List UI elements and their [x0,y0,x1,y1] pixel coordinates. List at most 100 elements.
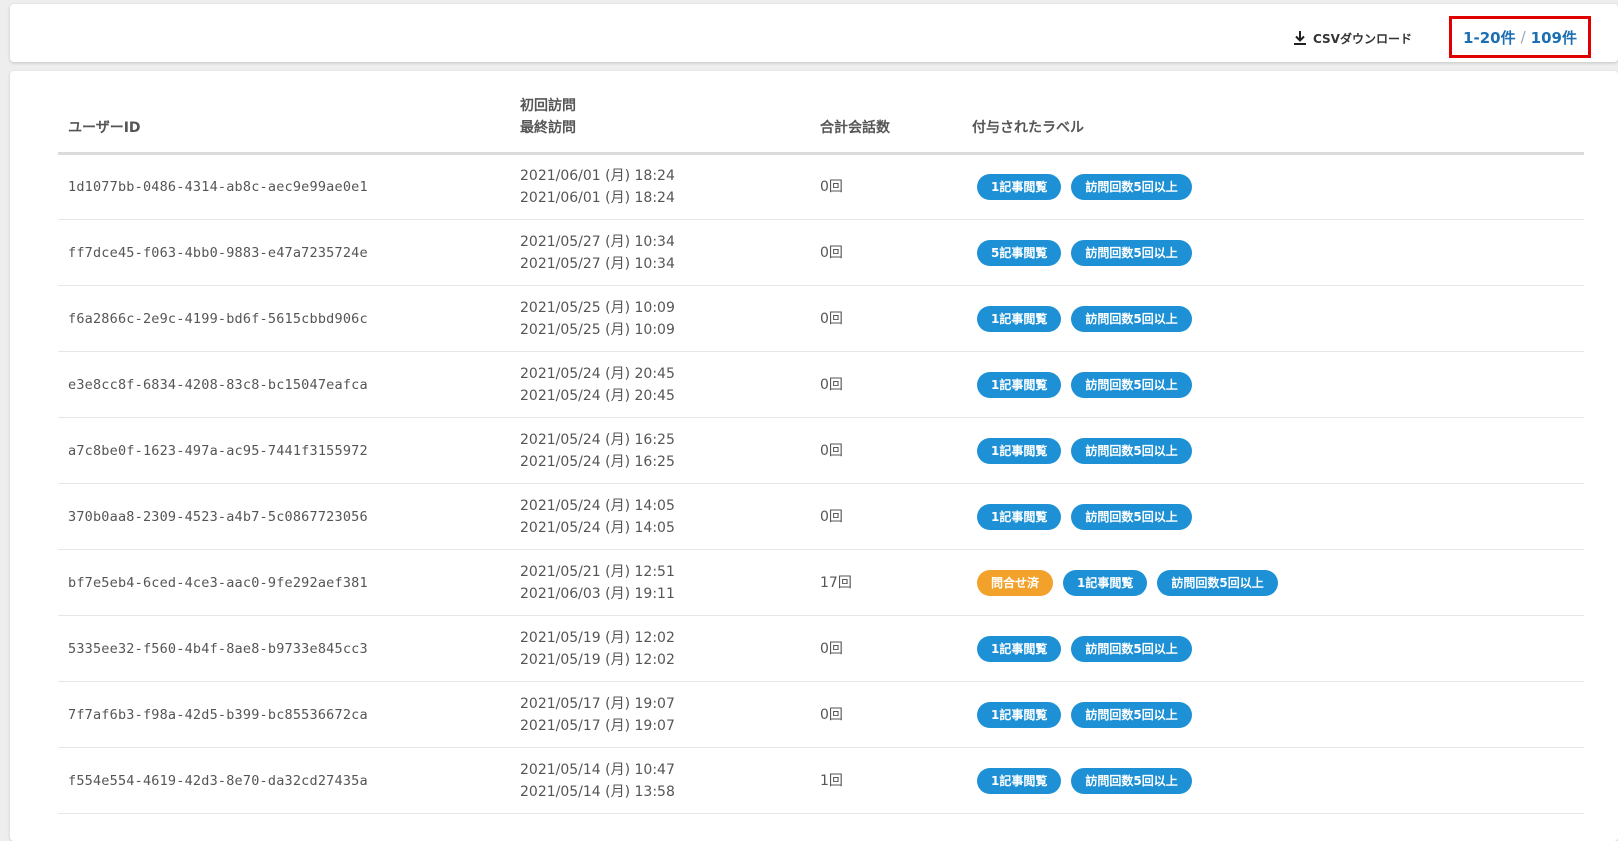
label-list: 問合せ済 1記事閲覧 訪問回数5回以上 [972,569,1574,596]
header-visits[interactable]: 初回訪問 最終訪問 [510,95,810,155]
header-user-id[interactable]: ユーザーID [58,95,510,155]
table-row[interactable]: e3e8cc8f-6834-4208-83c8-bc15047eafca 2021… [58,351,1584,418]
first-visit-date: 2021/05/24 (月) 14:05 [520,497,675,514]
last-visit-date: 2021/06/03 (月) 19:11 [520,585,675,602]
header-total-conversations[interactable]: 合計会話数 [810,95,962,155]
labels-cell: 1記事閲覧 訪問回数5回以上 [962,681,1584,748]
label-badge[interactable]: 訪問回数5回以上 [1071,503,1192,530]
table-row[interactable]: 5335ee32-f560-4b4f-8ae8-b9733e845cc3 2021… [58,615,1584,682]
conversation-count-cell: 0回 [810,285,962,352]
label-list: 1記事閲覧 訪問回数5回以上 [972,503,1574,530]
first-visit-date: 2021/05/25 (月) 10:09 [520,299,675,316]
label-badge[interactable]: 訪問回数5回以上 [1071,305,1192,332]
user-id-cell[interactable]: 1d1077bb-0486-4314-ab8c-aec9e99ae0e1 [58,153,510,220]
labels-cell: 1記事閲覧 訪問回数5回以上 [962,285,1584,352]
first-visit-date: 2021/05/24 (月) 16:25 [520,431,675,448]
label-badge[interactable]: 訪問回数5回以上 [1071,174,1192,200]
label-badge[interactable]: 1記事閲覧 [1063,569,1148,596]
visit-dates-cell: 2021/05/21 (月) 12:51 2021/06/03 (月) 19:11 [510,549,810,616]
pagination-total[interactable]: 109件 [1531,27,1577,48]
first-visit-date: 2021/05/27 (月) 10:34 [520,233,675,250]
labels-cell: 1記事閲覧 訪問回数5回以上 [962,483,1584,550]
conversation-count-cell: 0回 [810,681,962,748]
csv-download-label: CSVダウンロード [1313,31,1412,46]
labels-cell: 1記事閲覧 訪問回数5回以上 [962,351,1584,418]
last-visit-date: 2021/05/24 (月) 20:45 [520,387,675,404]
conversation-count-cell: 0回 [810,219,962,286]
user-id-cell[interactable]: 7f7af6b3-f98a-42d5-b399-bc85536672ca [58,681,510,748]
table-row[interactable]: a7c8be0f-1623-497a-ac95-7441f3155972 2021… [58,417,1584,484]
user-id-cell[interactable]: e3e8cc8f-6834-4208-83c8-bc15047eafca [58,351,510,418]
label-badge[interactable]: 1記事閲覧 [977,635,1062,662]
label-list: 1記事閲覧 訪問回数5回以上 [972,371,1574,398]
visit-dates-cell: 2021/05/17 (月) 19:07 2021/05/17 (月) 19:07 [510,681,810,748]
user-id-cell[interactable]: ff7dce45-f063-4bb0-9883-e47a7235724e [58,219,510,286]
header-first-visit: 初回訪問 [520,98,576,114]
label-badge[interactable]: 1記事閲覧 [977,371,1062,398]
user-table: ユーザーID 初回訪問 最終訪問 合計会話数 付与されたラベル 1d1077bb… [58,95,1584,814]
table-row[interactable]: 370b0aa8-2309-4523-a4b7-5c0867723056 2021… [58,483,1584,550]
conversation-count-cell: 0回 [810,153,962,220]
table-row[interactable]: f554e554-4619-42d3-8e70-da32cd27435a 2021… [58,747,1584,814]
first-visit-date: 2021/05/14 (月) 10:47 [520,761,675,778]
user-id-cell[interactable]: f6a2866c-2e9c-4199-bd6f-5615cbbd906c [58,285,510,352]
label-list: 5記事閲覧 訪問回数5回以上 [972,239,1574,266]
pagination-range[interactable]: 1-20件 [1463,27,1516,48]
label-badge[interactable]: 問合せ済 [977,569,1054,596]
table-header-row: ユーザーID 初回訪問 最終訪問 合計会話数 付与されたラベル [58,95,1584,155]
label-badge[interactable]: 1記事閲覧 [977,503,1062,530]
conversation-count-cell: 17回 [810,549,962,616]
last-visit-date: 2021/05/24 (月) 14:05 [520,519,675,536]
table-row[interactable]: 1d1077bb-0486-4314-ab8c-aec9e99ae0e1 2021… [58,153,1584,220]
label-badge[interactable]: 1記事閲覧 [977,767,1062,794]
visit-dates-cell: 2021/05/27 (月) 10:34 2021/05/27 (月) 10:34 [510,219,810,286]
conversation-count-cell: 0回 [810,483,962,550]
last-visit-date: 2021/05/27 (月) 10:34 [520,255,675,272]
first-visit-date: 2021/05/19 (月) 12:02 [520,629,675,646]
label-list: 1記事閲覧 訪問回数5回以上 [972,437,1574,464]
user-id-cell[interactable]: a7c8be0f-1623-497a-ac95-7441f3155972 [58,417,510,484]
header-labels: 付与されたラベル [962,95,1584,155]
conversation-count-cell: 0回 [810,351,962,418]
table-body: 1d1077bb-0486-4314-ab8c-aec9e99ae0e1 2021… [58,153,1584,814]
labels-cell: 5記事閲覧 訪問回数5回以上 [962,219,1584,286]
labels-cell: 1記事閲覧 訪問回数5回以上 [962,615,1584,682]
visit-dates-cell: 2021/05/19 (月) 12:02 2021/05/19 (月) 12:02 [510,615,810,682]
header-last-visit: 最終訪問 [520,120,576,136]
label-list: 1記事閲覧 訪問回数5回以上 [972,174,1574,200]
user-id-cell[interactable]: 370b0aa8-2309-4523-a4b7-5c0867723056 [58,483,510,550]
label-badge[interactable]: 訪問回数5回以上 [1071,701,1192,728]
label-badge[interactable]: 訪問回数5回以上 [1157,569,1278,596]
label-list: 1記事閲覧 訪問回数5回以上 [972,701,1574,728]
csv-download-button[interactable]: CSVダウンロード [1293,27,1412,49]
first-visit-date: 2021/05/17 (月) 19:07 [520,695,675,712]
last-visit-date: 2021/06/01 (月) 18:24 [520,190,675,206]
last-visit-date: 2021/05/19 (月) 12:02 [520,651,675,668]
label-list: 1記事閲覧 訪問回数5回以上 [972,305,1574,332]
table-row[interactable]: bf7e5eb4-6ced-4ce3-aac0-9fe292aef381 2021… [58,549,1584,616]
table-row[interactable]: 7f7af6b3-f98a-42d5-b399-bc85536672ca 2021… [58,681,1584,748]
visit-dates-cell: 2021/05/25 (月) 10:09 2021/05/25 (月) 10:09 [510,285,810,352]
label-badge[interactable]: 訪問回数5回以上 [1071,437,1192,464]
label-badge[interactable]: 訪問回数5回以上 [1071,635,1192,662]
last-visit-date: 2021/05/25 (月) 10:09 [520,321,675,338]
user-id-cell[interactable]: f554e554-4619-42d3-8e70-da32cd27435a [58,747,510,814]
label-badge[interactable]: 1記事閲覧 [977,305,1062,332]
label-badge[interactable]: 訪問回数5回以上 [1071,767,1192,794]
label-badge[interactable]: 訪問回数5回以上 [1071,371,1192,398]
label-badge[interactable]: 1記事閲覧 [977,174,1062,200]
first-visit-date: 2021/05/21 (月) 12:51 [520,563,675,580]
user-id-cell[interactable]: 5335ee32-f560-4b4f-8ae8-b9733e845cc3 [58,615,510,682]
labels-cell: 問合せ済 1記事閲覧 訪問回数5回以上 [962,549,1584,616]
table-row[interactable]: f6a2866c-2e9c-4199-bd6f-5615cbbd906c 2021… [58,285,1584,352]
user-id-cell[interactable]: bf7e5eb4-6ced-4ce3-aac0-9fe292aef381 [58,549,510,616]
label-badge[interactable]: 訪問回数5回以上 [1071,239,1192,266]
visit-dates-cell: 2021/06/01 (月) 18:24 2021/06/01 (月) 18:24 [510,153,810,220]
toolbar: CSVダウンロード 1-20件 / 109件 [10,4,1618,62]
label-badge[interactable]: 5記事閲覧 [977,239,1062,266]
last-visit-date: 2021/05/24 (月) 16:25 [520,453,675,470]
pagination-separator: / [1520,28,1526,46]
label-badge[interactable]: 1記事閲覧 [977,701,1062,728]
label-badge[interactable]: 1記事閲覧 [977,437,1062,464]
table-row[interactable]: ff7dce45-f063-4bb0-9883-e47a7235724e 2021… [58,219,1584,286]
